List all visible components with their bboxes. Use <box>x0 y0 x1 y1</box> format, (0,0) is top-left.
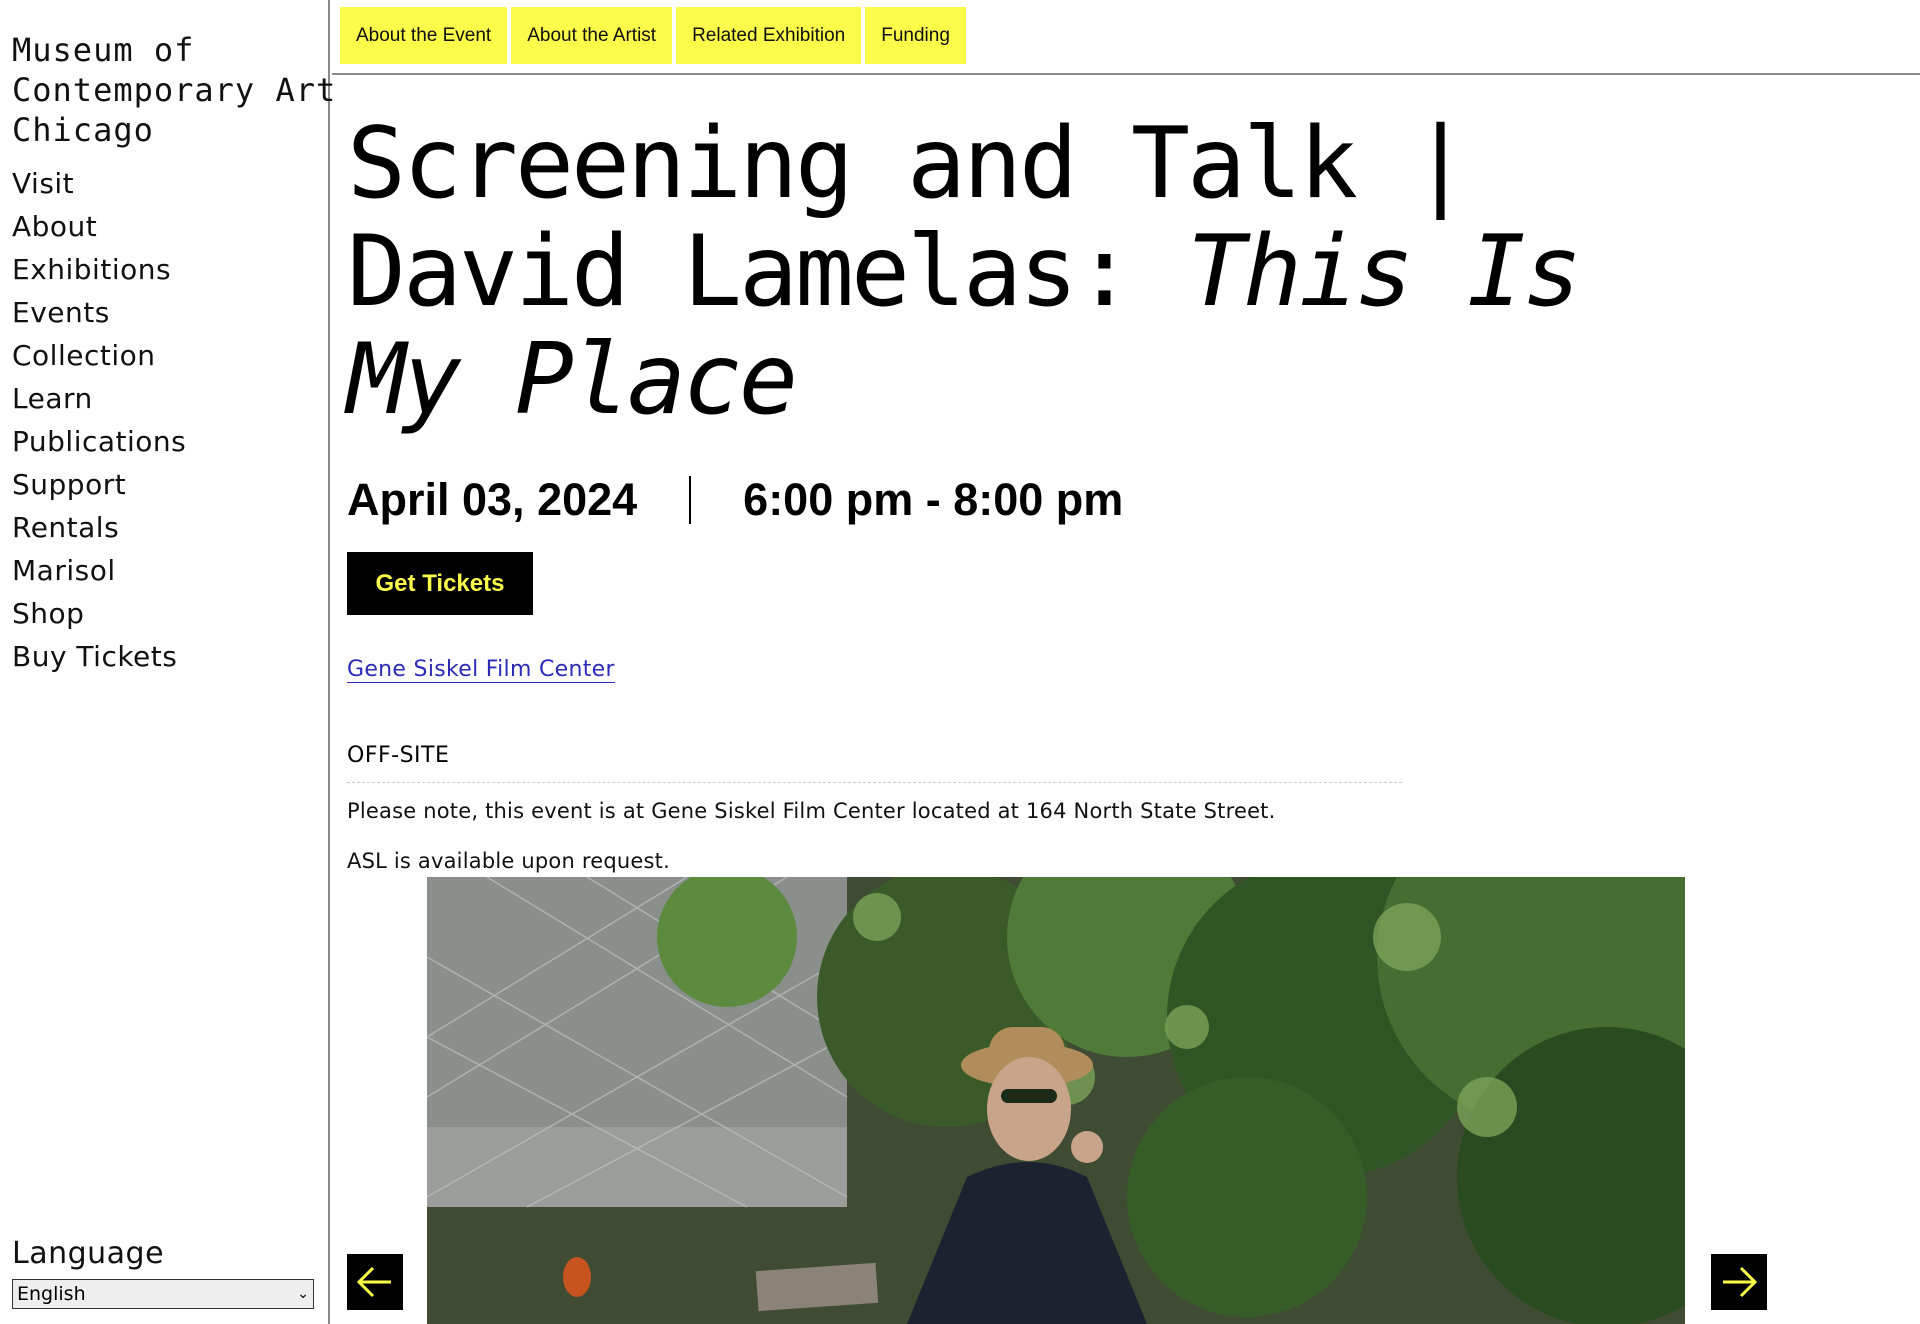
main-nav: Visit About Exhibitions Events Collectio… <box>12 162 186 678</box>
location-note: Please note, this event is at Gene Siske… <box>347 799 1276 823</box>
logo-line: Museum of <box>12 31 195 69</box>
logo-line: Chicago <box>12 111 154 149</box>
event-date: April 03, 2024 <box>347 474 638 525</box>
event-time: 6:00 pm - 8:00 pm <box>743 474 1124 525</box>
sidebar: Museum of Contemporary Art Chicago Visit… <box>0 0 335 1324</box>
language-select-value: English <box>17 1283 86 1305</box>
event-tag: OFF-SITE <box>347 743 1402 783</box>
nav-item-about[interactable]: About <box>12 205 186 248</box>
chevron-down-icon: ⌄ <box>297 1286 309 1302</box>
nav-item-collection[interactable]: Collection <box>12 334 186 377</box>
nav-item-publications[interactable]: Publications <box>12 420 186 463</box>
tab-related-exhibition[interactable]: Related Exhibition <box>676 7 862 64</box>
get-tickets-button[interactable]: Get Tickets <box>347 552 533 615</box>
datetime-divider <box>689 476 692 524</box>
arrow-right-icon <box>1723 1266 1758 1298</box>
event-photo <box>427 877 1685 1324</box>
venue-link[interactable]: Gene Siskel Film Center <box>347 657 615 683</box>
language-select[interactable]: English ⌄ <box>12 1279 314 1309</box>
photo-illustration <box>427 877 1685 1324</box>
page-title: Screening and Talk | David Lamelas: This… <box>347 110 1727 434</box>
nav-item-buy-tickets[interactable]: Buy Tickets <box>12 635 186 678</box>
carousel-next-button[interactable] <box>1711 1254 1767 1310</box>
section-tabs-bar: About the Event About the Artist Related… <box>332 0 1920 75</box>
arrow-left-icon <box>356 1266 391 1298</box>
nav-item-visit[interactable]: Visit <box>12 162 186 205</box>
nav-item-learn[interactable]: Learn <box>12 377 186 420</box>
logo-line: Contemporary Art <box>12 71 337 109</box>
nav-item-marisol[interactable]: Marisol <box>12 549 186 592</box>
nav-item-support[interactable]: Support <box>12 463 186 506</box>
section-tabs: About the Event About the Artist Related… <box>340 7 966 64</box>
nav-item-events[interactable]: Events <box>12 291 186 334</box>
carousel-prev-button[interactable] <box>347 1254 403 1310</box>
tab-about-event[interactable]: About the Event <box>340 7 508 64</box>
tab-funding[interactable]: Funding <box>865 7 966 64</box>
event-datetime: April 03, 2024 6:00 pm - 8:00 pm <box>347 470 1920 530</box>
nav-item-exhibitions[interactable]: Exhibitions <box>12 248 186 291</box>
event-main: Screening and Talk | David Lamelas: This… <box>347 110 1920 873</box>
nav-item-rentals[interactable]: Rentals <box>12 506 186 549</box>
tab-about-artist[interactable]: About the Artist <box>511 7 673 64</box>
language-label: Language <box>12 1236 165 1271</box>
nav-item-shop[interactable]: Shop <box>12 592 186 635</box>
accessibility-note: ASL is available upon request. <box>347 849 670 873</box>
museum-logo[interactable]: Museum of Contemporary Art Chicago <box>12 30 336 150</box>
